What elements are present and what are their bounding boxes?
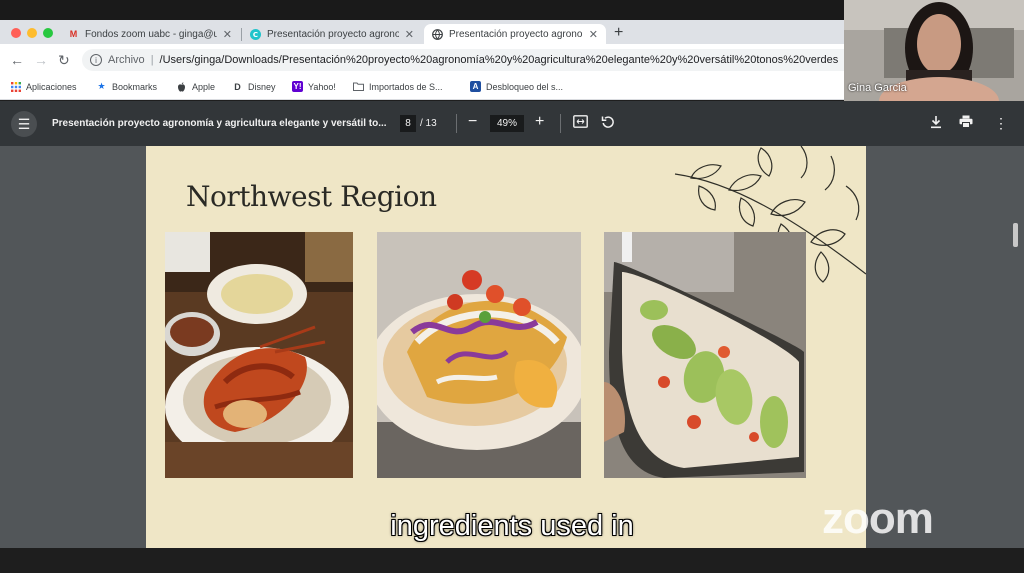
apple-icon xyxy=(176,81,187,92)
new-tab-button[interactable]: + xyxy=(614,24,623,42)
fit-page-icon[interactable] xyxy=(573,115,588,131)
address-separator: | xyxy=(150,54,154,66)
bookmark-label: Disney xyxy=(248,81,276,92)
bookmark-label: Apple xyxy=(192,81,216,92)
close-tab-icon[interactable]: ✕ xyxy=(405,28,414,41)
menu-icon[interactable]: ☰ xyxy=(11,111,37,137)
close-tab-icon[interactable]: ✕ xyxy=(223,28,232,41)
address-url: /Users/ginga/Downloads/Presentación%20pr… xyxy=(159,54,839,66)
gmail-icon: M xyxy=(69,29,78,39)
globe-icon xyxy=(432,28,443,40)
tostada-avocado-photo xyxy=(604,232,806,478)
zoom-watermark: zoom xyxy=(822,494,934,543)
zoom-level-input[interactable]: 49% xyxy=(490,115,524,132)
toolbar-divider xyxy=(560,114,561,133)
address-scheme-label: Archivo xyxy=(108,54,145,66)
bookmark-apple[interactable]: Apple xyxy=(176,81,215,92)
folder-icon xyxy=(353,81,364,92)
bookmark-desbloqueo[interactable]: A Desbloqueo del s... xyxy=(470,81,563,92)
rotate-icon[interactable] xyxy=(601,115,615,132)
slide-page: Northwest Region xyxy=(146,146,866,548)
fish-taco-photo xyxy=(377,232,581,478)
bookmark-label: Aplicaciones xyxy=(26,81,77,92)
print-icon[interactable] xyxy=(959,115,973,131)
close-tab-icon[interactable]: ✕ xyxy=(589,28,598,41)
zoom-out-icon[interactable]: − xyxy=(468,113,477,131)
back-arrow-icon[interactable]: ← xyxy=(10,52,24,68)
pdf-toolbar: ☰ Presentación proyecto agronomía y agri… xyxy=(0,101,1024,146)
forward-arrow-icon[interactable]: → xyxy=(34,52,48,68)
a-icon: A xyxy=(470,81,481,92)
tab-label: Presentación proyecto agronomía xyxy=(449,28,583,40)
zoom-in-icon[interactable]: + xyxy=(535,113,544,131)
bookmark-yahoo[interactable]: Y! Yahoo! xyxy=(292,81,336,92)
close-window-button[interactable] xyxy=(11,28,21,38)
document-title: Presentación proyecto agronomía y agricu… xyxy=(52,118,387,129)
fullscreen-window-button[interactable] xyxy=(43,28,53,38)
bottom-bar xyxy=(0,548,1024,573)
toolbar-divider xyxy=(456,114,457,133)
apps-grid-icon xyxy=(10,81,21,92)
participant-name: Gina Garcia xyxy=(848,82,907,94)
tab-label: Fondos zoom uabc - ginga@u xyxy=(85,28,217,40)
tab-label: Presentación proyecto agronomía xyxy=(267,28,399,40)
reload-icon[interactable]: ↻ xyxy=(58,52,70,69)
slide-title: Northwest Region xyxy=(186,180,437,213)
svg-text:C: C xyxy=(253,31,258,39)
canva-icon: C xyxy=(250,28,261,40)
scrollbar-thumb[interactable] xyxy=(1013,223,1018,247)
tab-gmail[interactable]: M Fondos zoom uabc - ginga@u ✕ xyxy=(60,24,240,44)
bookmark-label: Bookmarks xyxy=(112,81,158,92)
bookmark-bookmarks[interactable]: ★ Bookmarks xyxy=(96,81,157,92)
screen: M Fondos zoom uabc - ginga@u ✕ C Present… xyxy=(0,0,1024,573)
bookmark-label: Yahoo! xyxy=(308,81,336,92)
page-number-input[interactable]: 8 xyxy=(400,115,416,132)
bookmark-label: Desbloqueo del s... xyxy=(486,81,564,92)
info-icon[interactable]: i xyxy=(90,54,102,66)
download-icon[interactable] xyxy=(930,115,942,132)
yahoo-icon: Y! xyxy=(292,81,303,92)
lobster-plate-photo xyxy=(165,232,353,478)
bookmark-apps[interactable]: Aplicaciones xyxy=(10,81,77,92)
bookmark-importados[interactable]: Importados de S... xyxy=(353,81,443,92)
star-icon: ★ xyxy=(97,81,106,91)
tab-canva[interactable]: C Presentación proyecto agronomía ✕ xyxy=(242,24,422,44)
bookmark-label: Importados de S... xyxy=(369,81,443,92)
page-total: / 13 xyxy=(420,118,437,129)
tab-pdf-active[interactable]: Presentación proyecto agronomía ✕ xyxy=(424,24,606,44)
minimize-window-button[interactable] xyxy=(27,28,37,38)
bookmark-disney[interactable]: D Disney xyxy=(232,81,276,92)
disney-icon: D xyxy=(234,81,241,92)
more-options-icon[interactable]: ⋮ xyxy=(994,115,1008,132)
